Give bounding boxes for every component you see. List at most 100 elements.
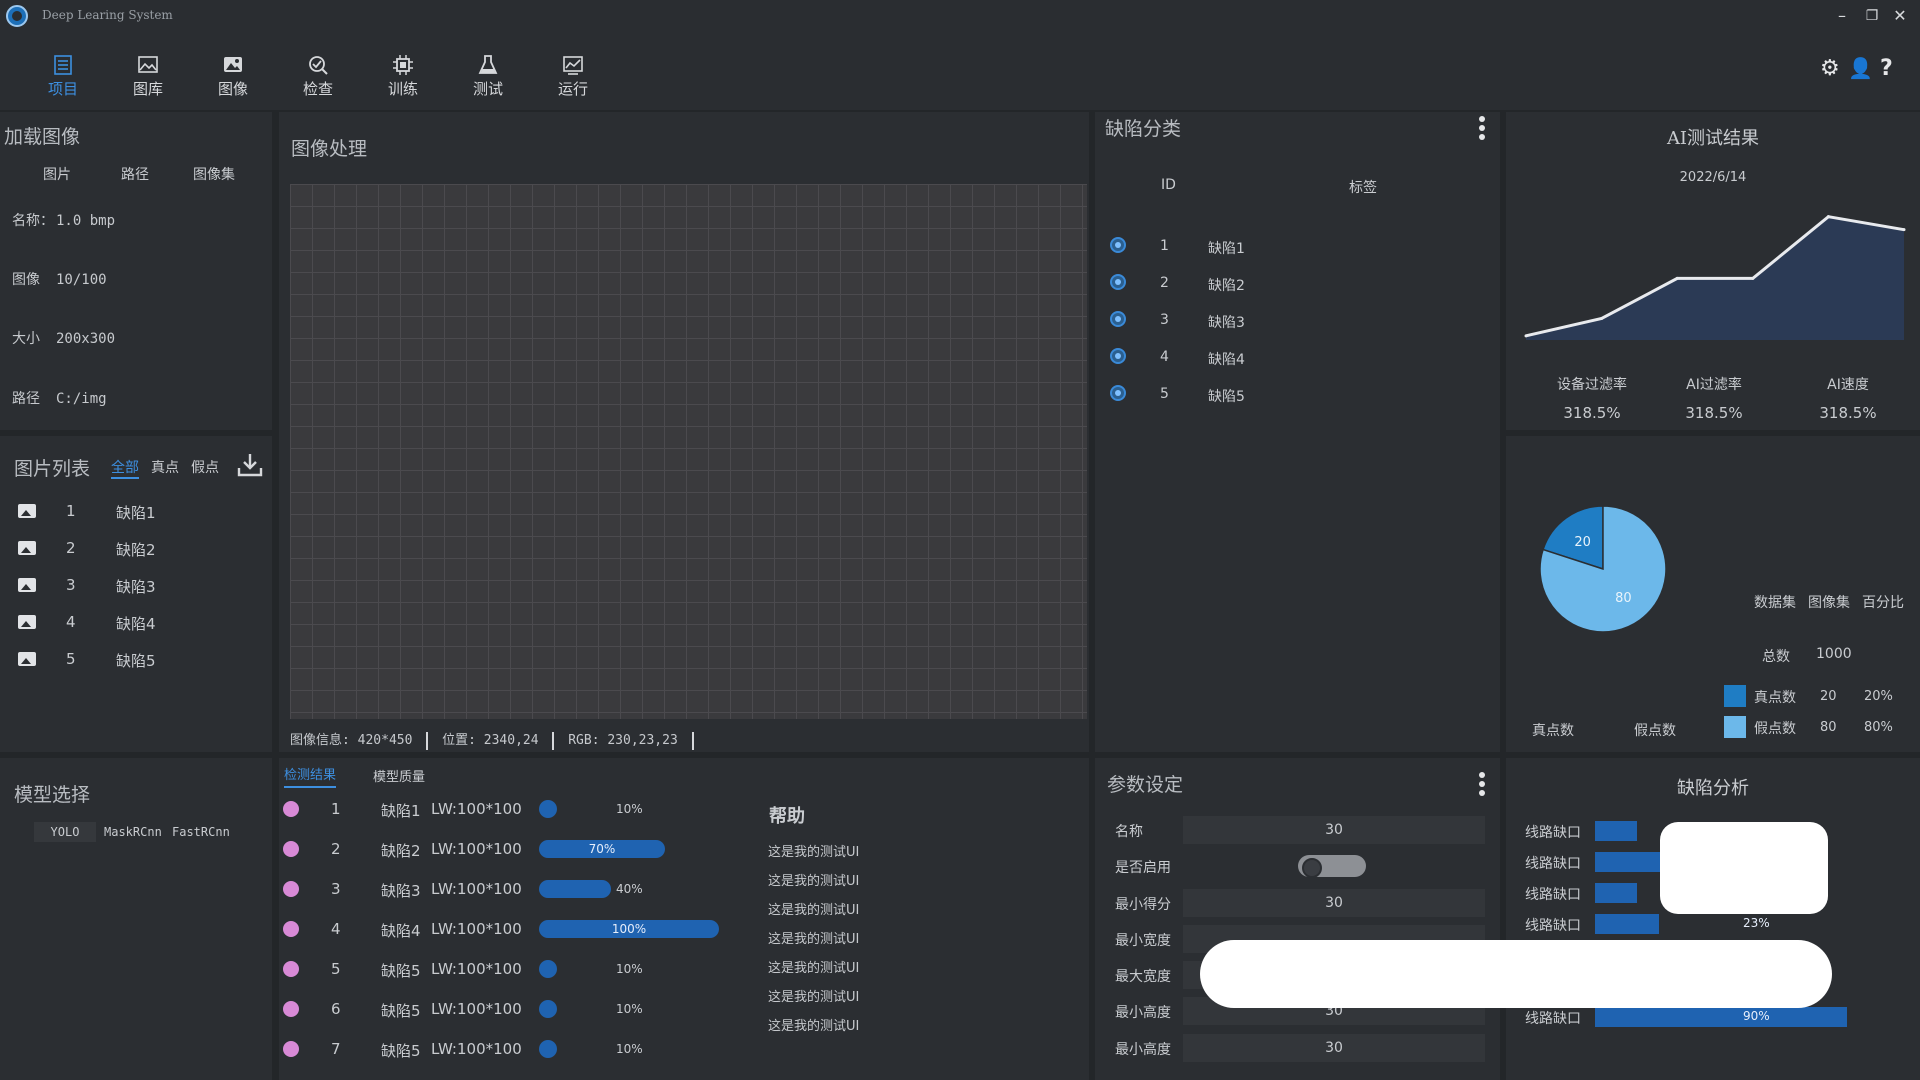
toolbar-train-button[interactable]: 训练 (373, 54, 433, 99)
toolbar-gallery-button[interactable]: 图库 (118, 54, 178, 99)
row-size: LW:100*100 (431, 920, 522, 938)
download-icon[interactable] (236, 452, 264, 478)
list-item[interactable]: 4 缺陷4 (16, 611, 266, 635)
toolbar-projects-button[interactable]: 项目 (33, 54, 93, 99)
total-label: 总数 (1762, 649, 1790, 665)
minimize-button[interactable]: – (1830, 4, 1854, 28)
list-item[interactable]: 5 缺陷5 (16, 648, 266, 672)
title-bar: Deep Learing System – ❐ ✕ (0, 0, 1920, 32)
status-dot-icon (283, 1041, 299, 1057)
data-point (1902, 228, 1906, 232)
list-item-name: 缺陷1 (116, 504, 156, 522)
row-name: 缺陷2 (381, 842, 421, 860)
param-input[interactable]: 30 (1183, 889, 1485, 917)
field-image: 图像 10/100 (12, 269, 107, 289)
analysis-bar (1595, 883, 1637, 903)
radio-selected-icon[interactable] (1110, 311, 1126, 327)
defect-row[interactable]: 2 缺陷2 (1108, 273, 1488, 297)
model-option-maskrcnn[interactable]: MaskRCnn (104, 822, 162, 842)
pie-chart: 2080 (1539, 505, 1667, 633)
list-item[interactable]: 2 缺陷2 (16, 537, 266, 561)
table-row[interactable]: 3 缺陷3 LW:100*100 40% (283, 874, 723, 904)
radio-selected-icon[interactable] (1110, 348, 1126, 364)
data-point (1675, 276, 1679, 280)
defect-label: 缺陷2 (1208, 278, 1245, 294)
toolbar-run-button[interactable]: 运行 (543, 54, 603, 99)
table-row[interactable]: 6 缺陷5 LW:100*100 10% (283, 994, 723, 1024)
tab-model-quality[interactable]: 模型质量 (373, 766, 425, 785)
status-dot-icon (283, 1001, 299, 1017)
model-option-yolo[interactable]: YOLO (34, 822, 96, 842)
filter-false-tab[interactable]: 假点 (191, 457, 219, 477)
image-canvas[interactable] (290, 184, 1087, 719)
list-item-id: 3 (66, 576, 76, 594)
more-options-icon[interactable] (1479, 772, 1485, 799)
param-label: 名称 (1115, 824, 1143, 840)
table-row[interactable]: 2 缺陷2 LW:100*100 70% (283, 834, 723, 864)
radio-selected-icon[interactable] (1110, 274, 1126, 290)
tab-picture[interactable]: 图片 (43, 164, 71, 184)
status-rgb: RGB: 230,23,23 (568, 733, 678, 748)
defect-id: 2 (1160, 275, 1169, 291)
list-item[interactable]: 3 缺陷3 (16, 574, 266, 598)
analysis-label: 线路缺口 (1525, 825, 1581, 841)
analysis-bar (1595, 914, 1659, 934)
radio-selected-icon[interactable] (1110, 385, 1126, 401)
settings-icon[interactable]: ⚙ (1820, 56, 1840, 81)
help-line: 这是我的测试UI (768, 845, 860, 860)
radio-selected-icon[interactable] (1110, 237, 1126, 253)
filter-all-tab[interactable]: 全部 (111, 457, 139, 479)
params-panel: 参数设定 (1095, 758, 1500, 1080)
toolbar-image-button[interactable]: 图像 (203, 54, 263, 99)
model-option-fastrcnn[interactable]: FastRCnn (172, 822, 230, 842)
toolbar-inspect-button[interactable]: 检查 (288, 54, 348, 99)
metric-value: 318.5% (1685, 404, 1743, 422)
progress-label: 10% (616, 1042, 643, 1056)
defect-row[interactable]: 3 缺陷3 (1108, 310, 1488, 334)
row-id: 4 (331, 920, 341, 938)
toolbar-test-button[interactable]: 测试 (458, 54, 518, 99)
tab-percentage[interactable]: 百分比 (1862, 592, 1904, 612)
row-id: 1 (331, 800, 341, 818)
filter-true-tab[interactable]: 真点 (151, 457, 179, 477)
progress-bar (539, 1000, 557, 1018)
row-id: 7 (331, 1040, 341, 1058)
document-list-icon (54, 55, 72, 75)
param-label: 最小宽度 (1115, 933, 1171, 949)
more-options-icon[interactable] (1479, 116, 1485, 143)
image-icon (18, 504, 36, 518)
help-icon[interactable]: ? (1880, 56, 1893, 81)
table-row[interactable]: 7 缺陷5 LW:100*100 10% (283, 1034, 723, 1064)
progress-label: 10% (616, 962, 643, 976)
close-button[interactable]: ✕ (1888, 4, 1912, 28)
list-item-name: 缺陷5 (116, 652, 156, 670)
tab-image-set[interactable]: 图像集 (1808, 592, 1850, 612)
param-input[interactable]: 30 (1183, 1034, 1485, 1062)
tab-dataset[interactable]: 数据集 (1754, 592, 1796, 612)
user-icon[interactable]: 👤 (1848, 56, 1873, 80)
tab-path[interactable]: 路径 (121, 164, 149, 184)
help-line: 这是我的测试UI (768, 990, 860, 1005)
defect-row[interactable]: 5 缺陷5 (1108, 384, 1488, 408)
table-row[interactable]: 1 缺陷1 LW:100*100 10% (283, 794, 723, 824)
enable-toggle[interactable] (1298, 855, 1366, 878)
list-item-id: 1 (66, 502, 76, 520)
defect-row[interactable]: 4 缺陷4 (1108, 347, 1488, 371)
table-row[interactable]: 4 缺陷4 LW:100*100 100% (283, 914, 723, 944)
param-input[interactable]: 30 (1183, 816, 1485, 844)
list-item[interactable]: 1 缺陷1 (16, 500, 266, 524)
analysis-pct: 23% (1743, 916, 1770, 930)
legend-name: 假点数 (1754, 721, 1796, 737)
param-row: 是否启用 (1115, 852, 1485, 880)
maximize-button[interactable]: ❐ (1860, 4, 1884, 28)
chip-icon (393, 55, 413, 75)
toolbar-label: 测试 (472, 80, 503, 98)
table-row[interactable]: 5 缺陷5 LW:100*100 10% (283, 954, 723, 984)
status-dot-icon (283, 961, 299, 977)
status-divider (691, 731, 694, 750)
tab-detection-results[interactable]: 检测结果 (284, 764, 337, 788)
toolbar-label: 图像 (217, 80, 248, 98)
panel-title: 缺陷分析 (1677, 778, 1749, 799)
defect-row[interactable]: 1 缺陷1 (1108, 236, 1488, 260)
tab-image-set[interactable]: 图像集 (193, 164, 235, 184)
